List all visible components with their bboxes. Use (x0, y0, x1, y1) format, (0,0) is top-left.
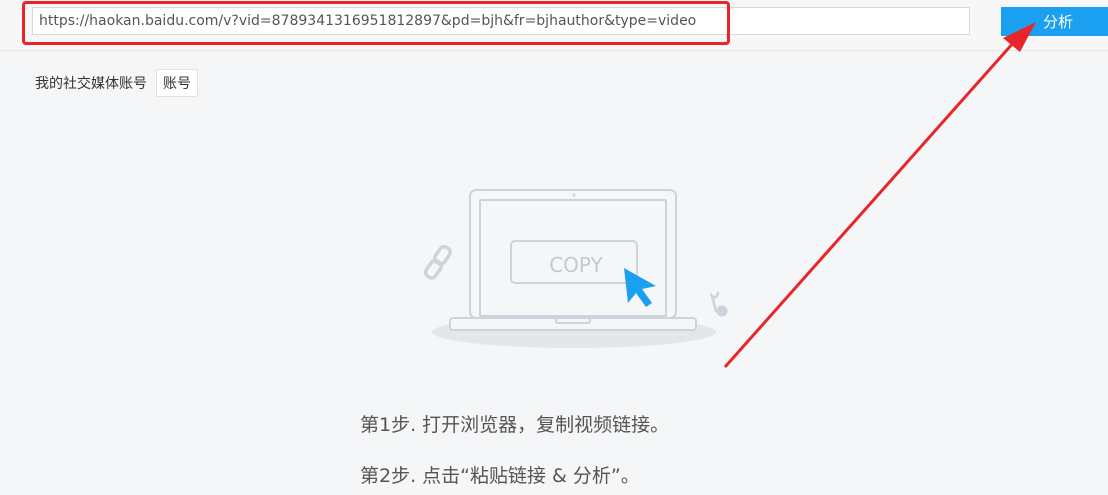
account-button[interactable]: 账号 (156, 69, 198, 97)
copy-graphic: COPY (510, 240, 638, 284)
toolbar: 分析 (0, 0, 1108, 51)
laptop-icon (449, 189, 697, 331)
step-1-text: 第1步. 打开浏览器，复制视频链接。 (360, 414, 670, 436)
social-accounts-label: 我的社交媒体账号 (35, 76, 147, 92)
social-accounts-row: 我的社交媒体账号 账号 (35, 69, 198, 97)
annotation-arrow (723, 22, 1036, 368)
analyze-button[interactable]: 分析 (1001, 7, 1108, 36)
url-input[interactable] (32, 7, 970, 35)
music-note-icon (709, 291, 728, 317)
copy-text: COPY (549, 253, 603, 277)
step-2-text: 第2步. 点击“粘贴链接 & 分析”。 (360, 465, 640, 487)
cursor-arrow-icon (624, 268, 656, 307)
laptop-shadow (432, 316, 716, 348)
link-icon (423, 244, 452, 280)
